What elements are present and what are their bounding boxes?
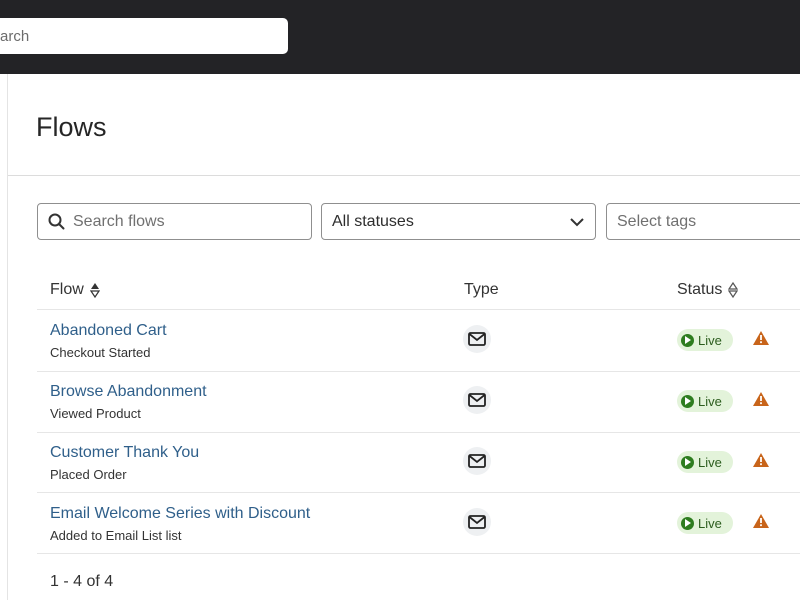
search-flows-input[interactable]: Search flows — [37, 203, 312, 240]
status-badge: Live — [677, 512, 733, 534]
email-icon — [463, 447, 491, 475]
status-label: Live — [698, 515, 722, 531]
table-row: Email Welcome Series with Discount Added… — [37, 493, 800, 554]
flow-trigger: Checkout Started — [50, 345, 151, 360]
search-icon — [48, 213, 65, 230]
status-badge: Live — [677, 390, 733, 412]
sort-icon[interactable] — [728, 281, 739, 299]
column-header-type-label: Type — [464, 281, 499, 298]
page-title: Flows — [36, 112, 107, 142]
row-divider — [37, 553, 800, 554]
column-header-flow[interactable]: Flow — [50, 281, 100, 299]
global-search-input[interactable]: arch — [0, 18, 288, 54]
status-select-value: All statuses — [332, 212, 414, 230]
warning-icon[interactable] — [752, 330, 770, 346]
play-icon — [681, 516, 694, 530]
search-flows-placeholder: Search flows — [73, 212, 165, 230]
email-icon — [463, 325, 491, 353]
column-header-status[interactable]: Status — [677, 281, 739, 299]
play-icon — [681, 455, 694, 469]
flow-name-link[interactable]: Abandoned Cart — [50, 322, 167, 340]
flow-name-link[interactable]: Customer Thank You — [50, 444, 199, 462]
status-select[interactable]: All statuses — [321, 203, 596, 240]
header-divider — [8, 175, 800, 176]
status-label: Live — [698, 393, 722, 409]
status-badge: Live — [677, 329, 733, 351]
play-icon — [681, 394, 694, 408]
chevron-down-icon — [570, 217, 584, 226]
main-content: Flows Search flows All statuses Select t… — [7, 74, 800, 600]
column-header-type: Type — [464, 281, 499, 299]
play-icon — [681, 333, 694, 347]
tags-select-placeholder: Select tags — [617, 212, 697, 230]
flow-trigger: Placed Order — [50, 467, 127, 482]
warning-icon[interactable] — [752, 513, 770, 529]
column-header-status-label: Status — [677, 281, 723, 298]
pagination-summary: 1 - 4 of 4 — [50, 573, 114, 590]
status-badge: Live — [677, 451, 733, 473]
sort-icon[interactable] — [89, 281, 100, 299]
table-row: Abandoned Cart Checkout Started Live — [37, 310, 800, 371]
status-label: Live — [698, 332, 722, 348]
flow-trigger: Added to Email List list — [50, 528, 182, 543]
table-row: Browse Abandonment Viewed Product Live — [37, 371, 800, 432]
global-search-placeholder: arch — [0, 27, 30, 45]
flow-name-link[interactable]: Browse Abandonment — [50, 383, 207, 401]
top-bar: arch — [0, 0, 800, 74]
warning-icon[interactable] — [752, 391, 770, 407]
flow-trigger: Viewed Product — [50, 406, 141, 421]
email-icon — [463, 386, 491, 414]
column-header-flow-label: Flow — [50, 281, 84, 298]
flow-name-link[interactable]: Email Welcome Series with Discount — [50, 505, 310, 523]
tags-select[interactable]: Select tags — [606, 203, 800, 240]
table-row: Customer Thank You Placed Order Live — [37, 432, 800, 493]
warning-icon[interactable] — [752, 452, 770, 468]
email-icon — [463, 508, 491, 536]
status-label: Live — [698, 454, 722, 470]
